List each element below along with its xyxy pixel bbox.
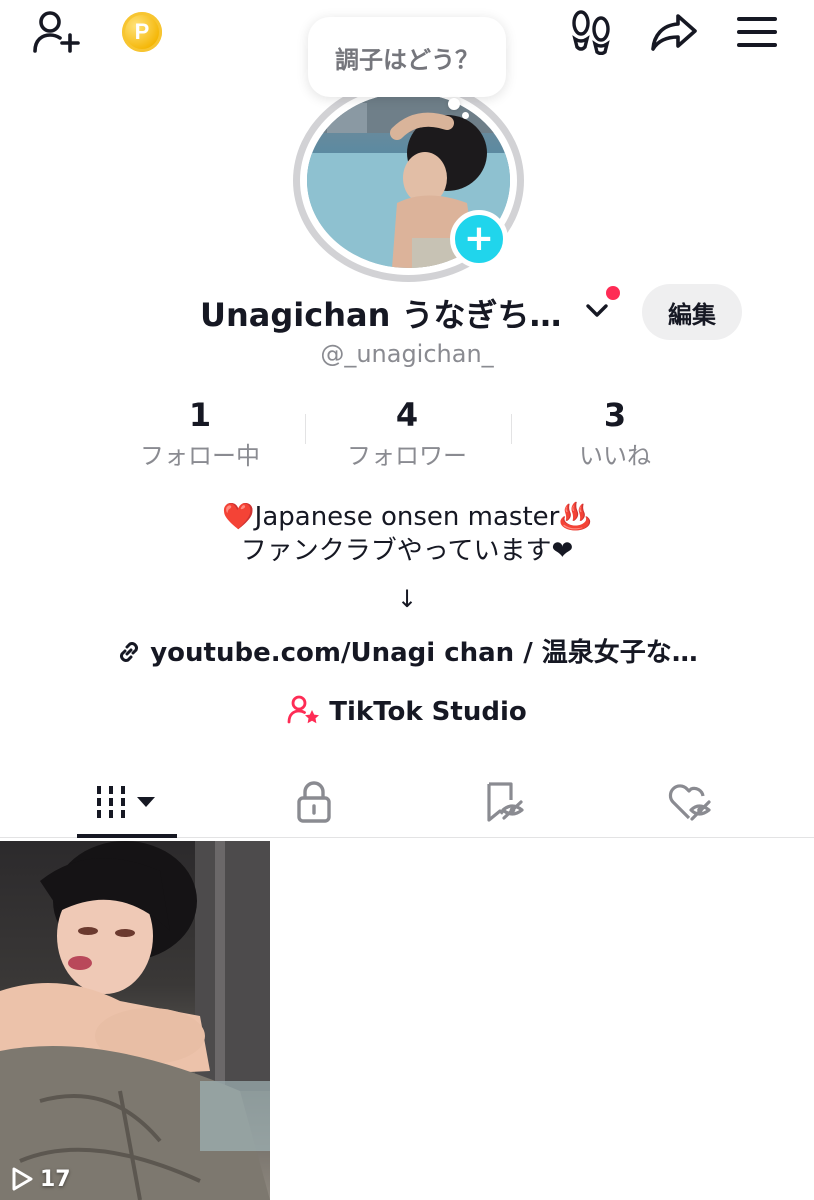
profile-name-row: Unagichan うなぎち… 編集 xyxy=(0,284,814,340)
likes-label: いいね xyxy=(579,442,651,470)
video-thumbnail[interactable]: 17 xyxy=(0,841,270,1200)
avatar[interactable]: + xyxy=(293,79,524,282)
coin-letter: P xyxy=(134,19,150,44)
following-label: フォロー中 xyxy=(140,442,260,470)
stat-divider xyxy=(511,414,512,444)
menu-button[interactable] xyxy=(734,10,780,54)
bio-link-text: youtube.com/Unagi chan / 温泉女子な… xyxy=(150,638,698,668)
tab-liked[interactable] xyxy=(587,766,790,838)
profile-stats: 1 フォロー中 4 フォロワー 3 いいね xyxy=(0,396,814,476)
chevron-down-icon xyxy=(586,304,608,317)
followers-label: フォロワー xyxy=(347,442,467,470)
following-stat[interactable]: 1 フォロー中 xyxy=(100,396,300,471)
status-bubble[interactable]: 調子はどう？ xyxy=(308,17,506,97)
status-bubble-text: 調子はどう？ xyxy=(335,45,479,74)
bubble-tail-dot-small xyxy=(462,112,469,119)
play-icon xyxy=(12,1167,33,1191)
followers-stat[interactable]: 4 フォロワー xyxy=(307,396,507,471)
coin-icon[interactable]: P xyxy=(122,12,162,52)
add-friend-button[interactable] xyxy=(28,6,86,58)
following-count: 1 xyxy=(188,396,212,434)
tab-saved[interactable] xyxy=(401,766,604,838)
likes-count: 3 xyxy=(603,396,627,434)
tab-private[interactable] xyxy=(212,766,415,838)
profile-tabs xyxy=(0,766,814,838)
profile-bio: ❤️Japanese onsen master♨️ ファンクラブやっています❤ xyxy=(0,500,814,568)
tiktok-studio-button[interactable]: TikTok Studio xyxy=(0,694,814,727)
bookmark-hidden-icon xyxy=(486,782,524,822)
bubble-tail-dot xyxy=(448,98,460,110)
video-play-count-value: 17 xyxy=(40,1166,71,1192)
likes-stat[interactable]: 3 いいね xyxy=(515,396,715,471)
video-play-count: 17 xyxy=(10,1166,71,1192)
tiktok-studio-label: TikTok Studio xyxy=(329,697,527,727)
footprints-button[interactable] xyxy=(568,8,614,56)
followers-count: 4 xyxy=(395,396,419,434)
bio-line-3: ↓ xyxy=(396,585,418,613)
bio-line-1: ❤️Japanese onsen master♨️ xyxy=(222,502,592,532)
creator-star-icon xyxy=(287,695,320,724)
account-switch-button[interactable] xyxy=(583,296,611,324)
plus-icon: + xyxy=(463,218,495,259)
bio-line-2: ファンクラブやっています❤ xyxy=(240,536,574,566)
notification-dot xyxy=(606,286,620,300)
username: @_unagichan_ xyxy=(320,340,494,368)
tab-videos[interactable] xyxy=(25,766,228,838)
lock-icon xyxy=(296,781,331,823)
stat-divider xyxy=(305,414,306,444)
heart-hidden-icon xyxy=(668,784,711,821)
footprints-icon xyxy=(572,10,610,55)
active-tab-indicator xyxy=(77,834,177,838)
link-icon xyxy=(120,642,139,662)
video-thumbnail-illustration xyxy=(0,841,270,1200)
add-avatar-button[interactable]: + xyxy=(450,210,508,268)
grid-icon xyxy=(96,786,155,818)
share-icon xyxy=(651,14,697,51)
person-add-icon xyxy=(33,11,80,53)
display-name: Unagichan うなぎち… xyxy=(200,296,562,334)
edit-profile-button[interactable]: 編集 xyxy=(642,284,742,340)
hamburger-menu-icon xyxy=(737,17,777,47)
bio-link[interactable]: youtube.com/Unagi chan / 温泉女子な… xyxy=(0,632,814,669)
share-profile-button[interactable] xyxy=(648,10,700,54)
